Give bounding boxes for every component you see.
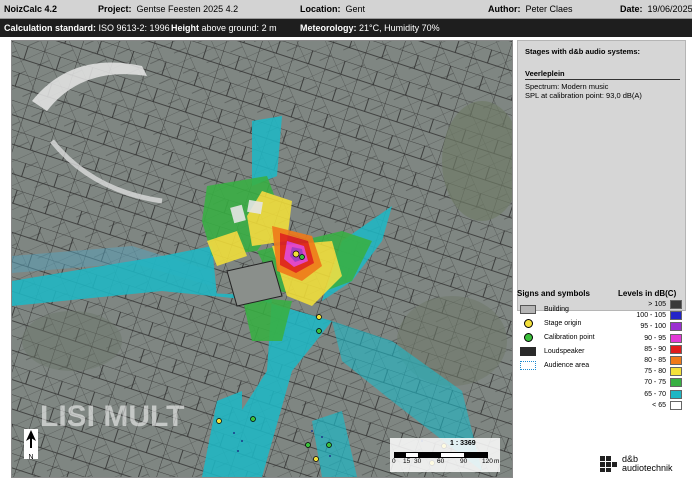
level-row: > 105	[630, 300, 684, 310]
noise-map-canvas: LISI MULT	[12, 41, 512, 477]
stages-panel: Stages with d&b audio systems: Veerleple…	[517, 40, 686, 311]
height-field: Height above ground: 2 m	[171, 23, 277, 33]
level-row: 85 - 90	[630, 344, 684, 355]
calculation-bar: Calculation standard: ISO 9613-2: 1996 H…	[0, 19, 692, 37]
level-row: 95 - 100	[630, 322, 684, 332]
legend-audience-area: Audience area	[520, 359, 589, 371]
level-swatch	[670, 300, 682, 309]
building-swatch-icon	[520, 304, 536, 314]
scale-bar: 1 : 3369 0 15 30 60 90 120 m	[390, 438, 500, 472]
legend-loudspeaker: Loudspeaker	[520, 345, 584, 357]
level-row: 65 - 70	[630, 389, 684, 400]
author-field: Author: Peter Claes	[488, 4, 573, 14]
symbols-title: Signs and symbols	[517, 289, 590, 298]
brand-line2: audiotechnik	[622, 463, 673, 473]
legend-stage-origin: Stage origin	[520, 317, 581, 329]
level-label: 100 - 105	[636, 312, 666, 320]
level-row: 75 - 80	[630, 367, 684, 377]
app-title: NoizCalc 4.2	[4, 4, 58, 14]
level-row: 70 - 75	[630, 378, 684, 388]
level-swatch	[670, 356, 682, 365]
level-swatch	[670, 367, 682, 377]
level-label: > 105	[648, 301, 666, 308]
stage-spectrum: Spectrum: Modern music	[525, 82, 609, 91]
level-row: < 65	[630, 400, 684, 411]
legend-building: Building	[520, 303, 569, 315]
stages-title: Stages with d&b audio systems:	[525, 47, 641, 56]
level-label: 95 - 100	[640, 323, 666, 331]
levels-title: Levels in dB(C)	[618, 289, 677, 298]
north-arrow-icon	[26, 430, 36, 448]
level-label: 75 - 80	[644, 368, 666, 376]
map-watermark: LISI MULT	[40, 400, 184, 433]
brand-logo: d&b audiotechnik	[600, 455, 673, 473]
level-label: < 65	[652, 401, 666, 409]
db-logo-icon	[600, 456, 617, 472]
level-label: 70 - 75	[644, 379, 666, 387]
level-label: 80 - 85	[644, 357, 666, 364]
noise-map[interactable]: LISI MULT N 1 : 3369 0 15 30 60 90 120 m	[11, 40, 513, 478]
level-label: 90 - 95	[644, 334, 666, 342]
dotted-outline-icon	[520, 360, 536, 370]
meteorology-field: Meteorology: 21°C, Humidity 70%	[300, 23, 440, 33]
level-row: 100 - 105	[630, 311, 684, 321]
green-dot-icon	[520, 332, 536, 342]
level-swatch	[670, 333, 682, 343]
stage-divider	[525, 79, 680, 80]
stage-spl: SPL at calibration point: 93,0 dB(A)	[525, 91, 642, 100]
north-label: N	[28, 454, 34, 461]
scale-ratio: 1 : 3369	[450, 440, 476, 447]
project-field: Project: Gentse Feesten 2025 4.2	[98, 4, 239, 14]
stage-name: Veerleplein	[525, 69, 565, 78]
level-swatch	[670, 311, 682, 321]
level-swatch	[670, 389, 682, 399]
level-label: 85 - 90	[644, 345, 666, 353]
yellow-dot-icon	[520, 318, 536, 328]
level-swatch	[670, 378, 682, 388]
location-field: Location: Gent	[300, 4, 366, 14]
date-field: Date: 19/06/2025	[620, 4, 692, 14]
level-row: 90 - 95	[630, 333, 684, 344]
level-swatch	[670, 322, 682, 332]
north-arrow: N	[24, 429, 38, 461]
legend-calibration-point: Calibration point	[520, 331, 595, 343]
scale-ticks: 0 15 30 60 90 120 m	[392, 458, 500, 465]
level-swatch	[670, 344, 682, 354]
level-swatch	[670, 400, 682, 410]
title-bar: NoizCalc 4.2 Project: Gentse Feesten 202…	[0, 0, 692, 19]
level-row: 80 - 85	[630, 356, 684, 366]
calc-standard: Calculation standard: ISO 9613-2: 1996	[4, 23, 170, 33]
level-label: 65 - 70	[644, 390, 666, 398]
loudspeaker-swatch-icon	[520, 346, 536, 356]
